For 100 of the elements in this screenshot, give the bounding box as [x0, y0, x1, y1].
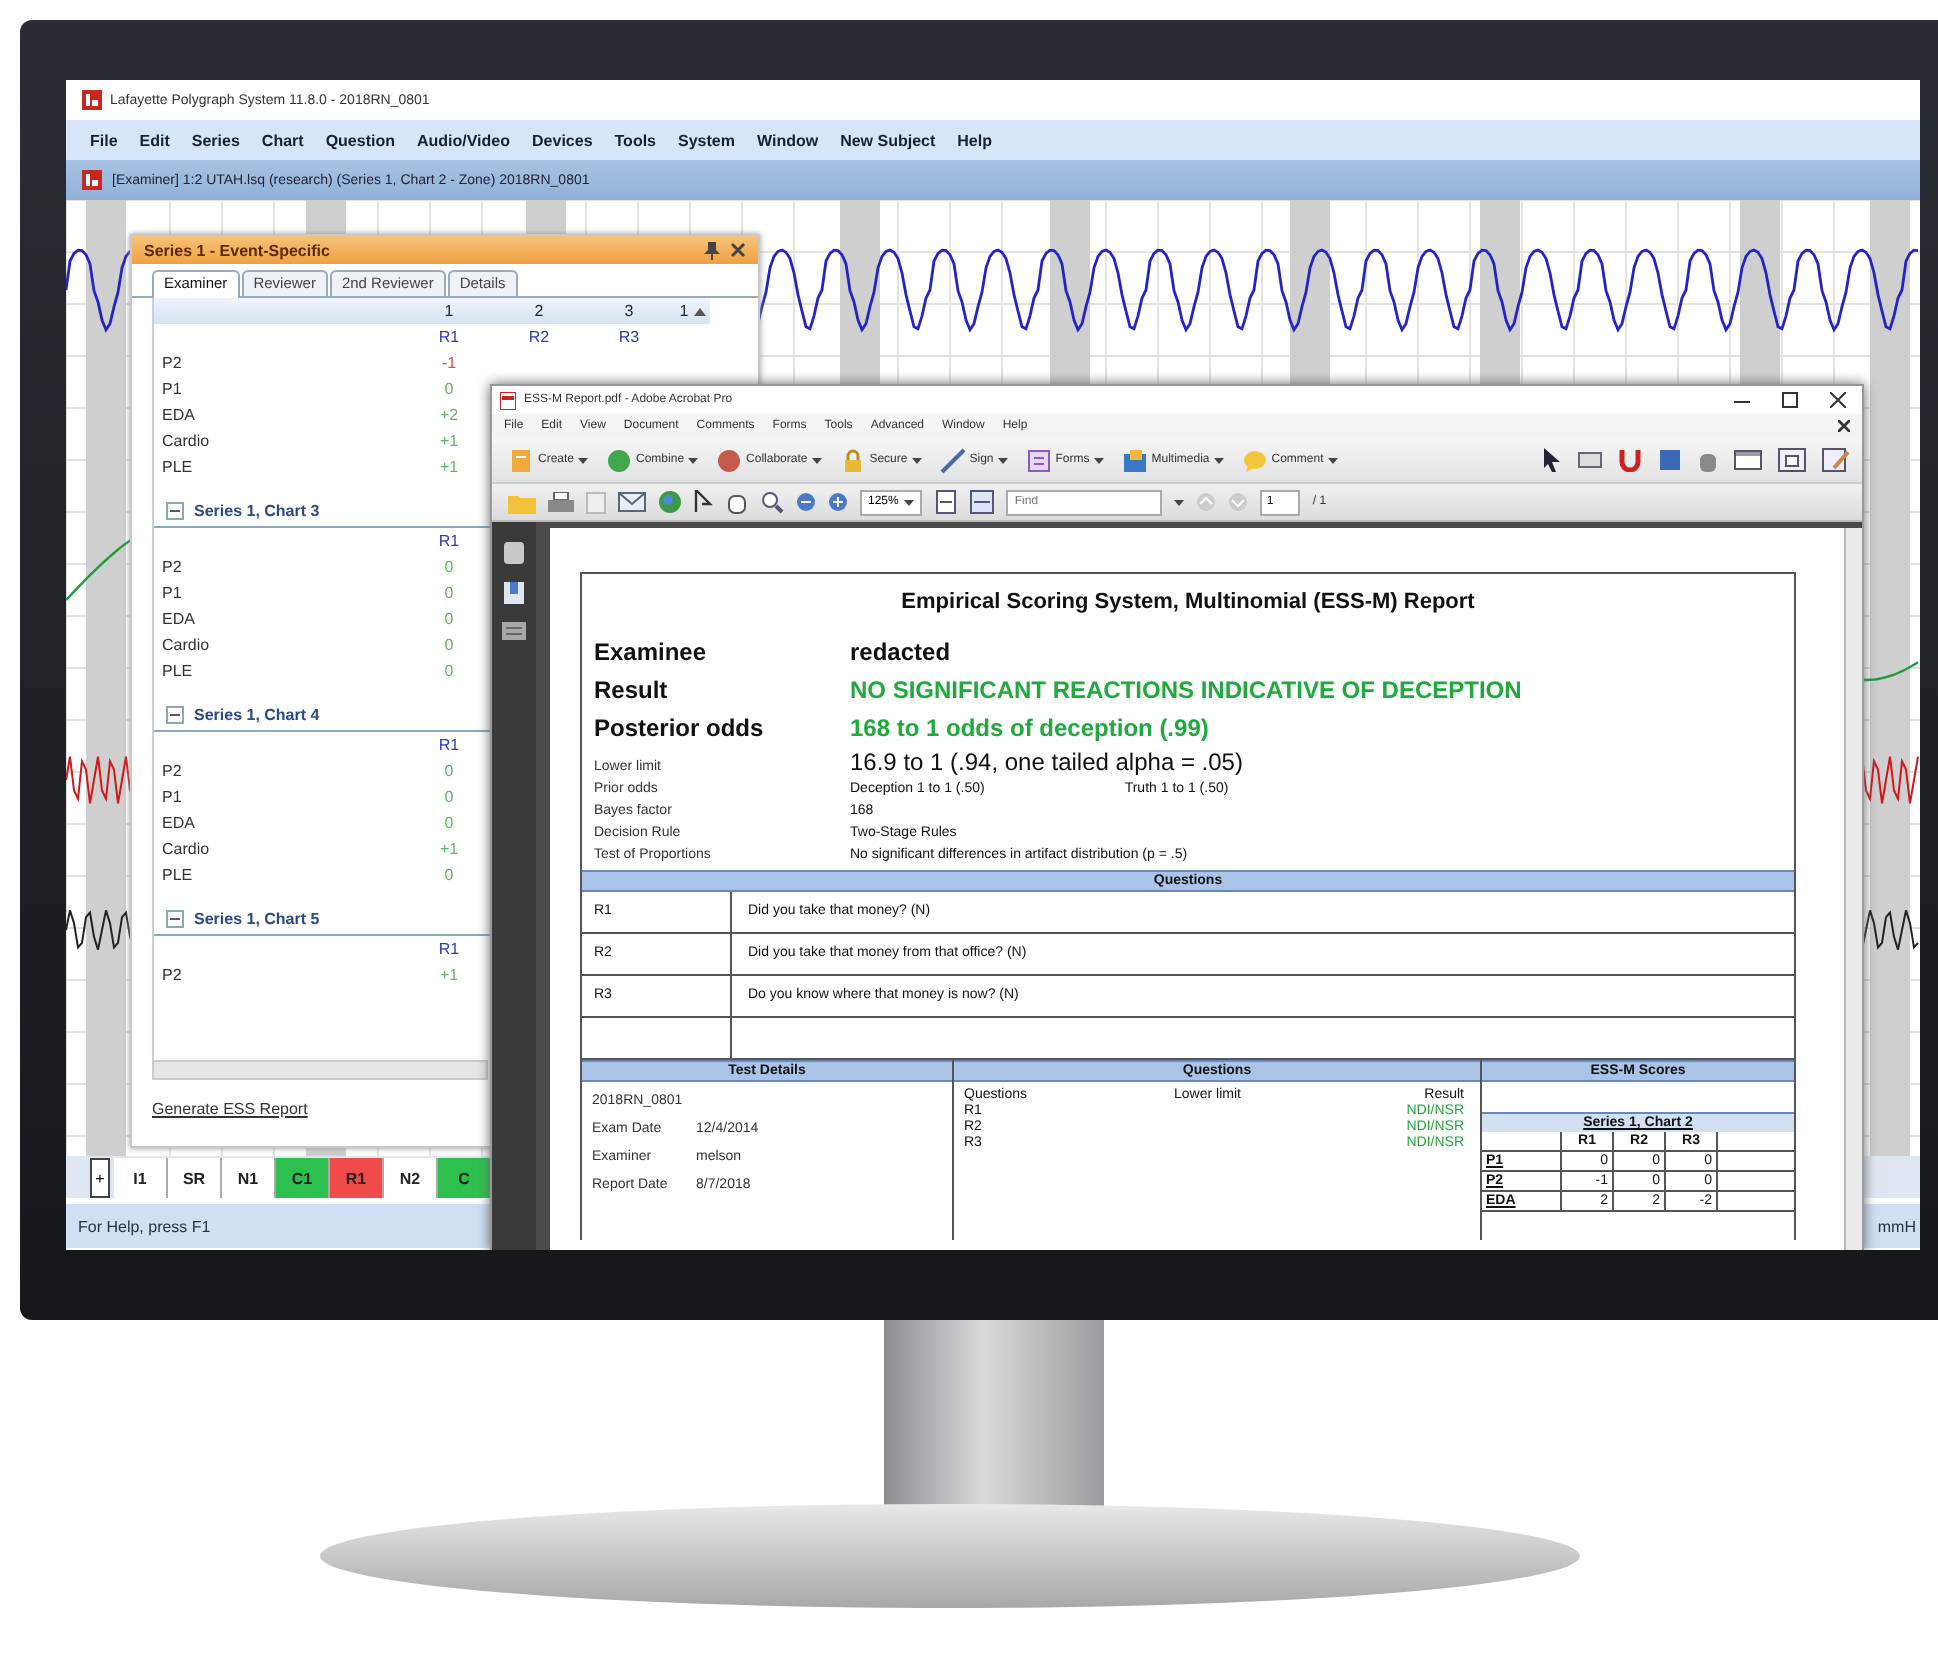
window-icon[interactable] [1778, 448, 1806, 472]
expand-button[interactable]: + [90, 1158, 110, 1198]
menu-item[interactable]: Window [756, 131, 819, 149]
segment-label[interactable]: N1 [222, 1158, 276, 1198]
caret-icon [1327, 457, 1338, 463]
row-label: P2 [160, 966, 184, 984]
row-label: EDA [160, 406, 197, 424]
menu-item[interactable]: Question [325, 131, 395, 149]
vertical-scrollbar[interactable] [1844, 528, 1862, 1250]
menu-item[interactable]: New Subject [840, 131, 936, 149]
field-label: Examinee [594, 636, 709, 670]
question-label: R1 [436, 532, 462, 550]
menu-item[interactable]: Chart [261, 131, 304, 149]
caret-icon [911, 457, 922, 463]
close-icon[interactable] [1838, 420, 1850, 432]
column-header: 3 [622, 302, 636, 320]
question-label: R1 [436, 328, 462, 346]
edit-icon[interactable] [1822, 448, 1850, 472]
collapse-icon[interactable] [166, 706, 184, 724]
score-value: 0 [442, 762, 456, 780]
horizontal-scrollbar[interactable] [152, 1060, 488, 1080]
row-label: Cardio [160, 840, 212, 858]
pointer-icon[interactable] [1542, 448, 1562, 472]
score-value: 0 [442, 610, 456, 628]
segment-label[interactable]: C [438, 1158, 492, 1198]
menu-item[interactable]: File [90, 131, 118, 149]
field-label: Result [594, 674, 670, 708]
row-label: EDA [160, 610, 197, 628]
segment-label[interactable]: SR [168, 1158, 222, 1198]
form-icon [1025, 447, 1052, 473]
field-value: 16.9 to 1 (.94, one tailed alpha = .05) [850, 748, 1243, 776]
menu-item[interactable]: Series [191, 131, 240, 149]
row-label: Cardio [160, 432, 212, 450]
row-label: PLE [160, 866, 195, 884]
rectangle-icon[interactable] [1578, 452, 1602, 468]
document-icon [508, 447, 534, 473]
fit-width-icon[interactable] [970, 490, 995, 514]
generate-report-link[interactable]: Generate ESS Report [152, 1100, 308, 1118]
row-label: P1 [160, 380, 184, 398]
score-value: 0 [442, 814, 456, 832]
segment-label[interactable]: C1 [276, 1158, 330, 1198]
caret-icon [688, 457, 699, 463]
row-label: P2 [160, 354, 184, 372]
menu-item[interactable]: System [678, 131, 735, 149]
close-icon[interactable] [730, 242, 746, 258]
row-label: P1 [160, 788, 184, 806]
envelope-icon[interactable] [618, 492, 646, 512]
window-icon[interactable] [1734, 450, 1762, 470]
group-title: Series 1, Chart 5 [194, 910, 320, 928]
scroll-up-icon[interactable] [694, 307, 706, 315]
menu-item[interactable]: Tools [614, 131, 657, 149]
globe-icon[interactable] [658, 490, 682, 514]
close-icon[interactable] [1830, 392, 1846, 408]
score-value: +1 [437, 966, 461, 984]
collapse-icon[interactable] [166, 910, 184, 928]
status-text: For Help, press F1 [78, 1217, 211, 1235]
magnet-icon[interactable] [1618, 448, 1642, 472]
printer-icon[interactable] [548, 491, 574, 513]
pin-icon[interactable] [704, 241, 720, 259]
fit-page-icon[interactable] [934, 490, 959, 514]
menu-item[interactable]: Audio/Video [416, 131, 511, 149]
caret-icon [811, 457, 822, 463]
field-label: Posterior odds [594, 712, 766, 746]
field-value: redacted [850, 636, 951, 670]
pages-icon[interactable] [504, 542, 524, 564]
field-value: 168 to 1 odds of deception (.99) [850, 712, 1209, 746]
caret-icon[interactable] [1174, 499, 1185, 505]
menu-item[interactable]: Devices [532, 131, 593, 149]
row-label: PLE [160, 662, 195, 680]
pdf-icon [500, 391, 516, 409]
circle-icon [606, 447, 633, 473]
column-header: 2 [532, 302, 546, 320]
unit-label: mmH [1877, 1217, 1916, 1235]
zoom-in-icon[interactable] [828, 492, 848, 512]
row-label: P2 [160, 762, 184, 780]
collapse-icon[interactable] [166, 502, 184, 520]
score-value: 0 [442, 866, 456, 884]
menu-item[interactable]: Help [957, 131, 992, 149]
maximize-icon[interactable] [1782, 392, 1798, 408]
score-value: 0 [442, 636, 456, 654]
segment-label[interactable]: N2 [384, 1158, 438, 1198]
row-label: EDA [160, 814, 197, 832]
app-logo-icon [82, 170, 102, 190]
column-header: 1 [677, 302, 691, 320]
caret-icon [997, 457, 1008, 463]
menu-item[interactable]: Edit [139, 131, 170, 149]
bookmark-icon[interactable] [504, 582, 524, 604]
report-title: Empirical Scoring System, Multinomial (ESS-M) Report [899, 588, 1477, 618]
score-value: 0 [442, 584, 456, 602]
question-label: R1 [436, 940, 462, 958]
segment-label[interactable]: I1 [114, 1158, 168, 1198]
segment-label[interactable]: R1 [330, 1158, 384, 1198]
score-value: 0 [442, 662, 456, 680]
group-title: Series 1, Chart 4 [194, 706, 320, 724]
bubble-icon [1241, 447, 1268, 473]
zoom-out-icon[interactable] [796, 492, 816, 512]
question-label: R1 [436, 736, 462, 754]
lock-icon [839, 447, 866, 473]
zoom-icon[interactable] [760, 490, 784, 514]
question-label: R2 [526, 328, 552, 346]
